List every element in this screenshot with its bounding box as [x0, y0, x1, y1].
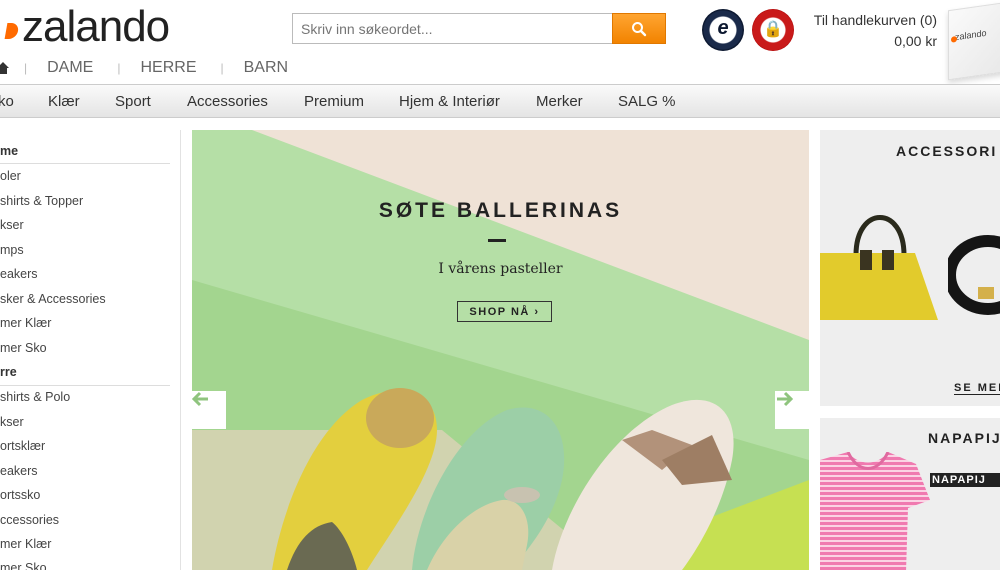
sidebar-item[interactable]: oler	[0, 169, 21, 183]
nav-klaer[interactable]: Klær	[48, 93, 80, 110]
sidebar-item[interactable]: ortsklær	[0, 439, 45, 453]
search-input[interactable]	[293, 14, 612, 43]
accessories-panel[interactable]: ACCESSORI SE MER	[820, 130, 1000, 406]
category-sidebar: me oler shirts & Topper kser mps eakers …	[0, 130, 181, 570]
sidebar-head-dame[interactable]: me	[0, 144, 18, 158]
hero-background-art	[192, 130, 809, 570]
hero-subtitle: I vårens pasteller	[438, 261, 563, 277]
search-button[interactable]	[612, 13, 666, 44]
pink-tshirt-image	[820, 452, 930, 570]
sidebar-item[interactable]: eakers	[0, 267, 38, 281]
cart-summary[interactable]: Til handlekurven (0) 0,00 kr	[814, 10, 937, 52]
nav-sport[interactable]: Sport	[115, 93, 151, 110]
sidebar-head-herre[interactable]: rre	[0, 365, 17, 379]
nav-hjem-interior[interactable]: Hjem & Interiør	[399, 93, 500, 110]
search-bar	[292, 13, 666, 44]
hero-title: SØTE BALLERINAS	[378, 199, 623, 222]
sidebar-divider	[0, 385, 170, 386]
sidebar-item[interactable]: shirts & Polo	[0, 390, 70, 404]
nav-separator: |	[220, 61, 224, 75]
shop-now-button[interactable]: SHOP NÅ ›	[457, 301, 552, 322]
sidebar-item[interactable]: kser	[0, 218, 24, 232]
logo-mark-icon	[4, 23, 20, 39]
carousel-prev-button[interactable]	[192, 391, 226, 429]
nav-separator: |	[24, 61, 28, 75]
trygg-ehandel-badge[interactable]: 🔒	[752, 9, 794, 51]
sidebar-item[interactable]: shirts & Topper	[0, 194, 83, 208]
black-bracelet-image	[948, 235, 1000, 315]
arrow-left-icon	[192, 391, 208, 407]
main-category-nav: ko Klær Sport Accessories Premium Hjem &…	[0, 84, 1000, 118]
nav-accessories[interactable]: Accessories	[187, 93, 268, 110]
zalando-logo[interactable]: zalando	[4, 2, 170, 52]
sidebar-item[interactable]: mer Sko	[0, 341, 47, 355]
sidebar-item[interactable]: mps	[0, 243, 24, 257]
nav-sko[interactable]: ko	[0, 93, 14, 110]
lock-icon: 🔒	[763, 21, 783, 38]
logo-text: zalando	[22, 2, 170, 51]
carousel-next-button[interactable]	[775, 391, 809, 429]
sidebar-divider	[0, 163, 170, 164]
yellow-handbag-image	[820, 215, 938, 320]
nav-merker[interactable]: Merker	[536, 93, 583, 110]
nav-salg[interactable]: SALG %	[618, 93, 676, 110]
home-icon[interactable]	[0, 61, 10, 75]
napapijri-logo: NAPAPIJ	[930, 473, 1000, 487]
accessories-title: ACCESSORI	[896, 143, 998, 159]
gender-nav: | DAME | HERRE | BARN	[0, 57, 312, 79]
sidebar-item[interactable]: eakers	[0, 464, 38, 478]
zalando-page: zalando e 🔒 Til handlekurven (0) 0,00 kr…	[0, 0, 1000, 570]
sidebar-item[interactable]: ccessories	[0, 513, 59, 527]
sidebar-item[interactable]: kser	[0, 415, 24, 429]
hero-banner[interactable]: SØTE BALLERINAS I vårens pasteller SHOP …	[192, 130, 809, 570]
sidebar-item[interactable]: sker & Accessories	[0, 292, 106, 306]
search-icon	[632, 21, 647, 36]
napapijri-title: NAPAPIJ	[928, 430, 1000, 446]
sidebar-item[interactable]: mer Klær	[0, 537, 51, 551]
cart-label: Til handlekurven (0)	[813, 12, 937, 28]
nav-herre[interactable]: HERRE	[140, 59, 196, 77]
cart-box-label: zalando	[955, 27, 987, 43]
hero-title-divider	[488, 239, 506, 242]
cart-amount: 0,00 kr	[894, 33, 937, 49]
nav-separator: |	[117, 61, 121, 75]
nav-barn[interactable]: BARN	[244, 59, 288, 77]
napapijri-panel[interactable]: NAPAPIJ NAPAPIJ	[820, 418, 1000, 570]
cart-box-icon[interactable]: zalando	[948, 1, 1000, 81]
arrow-right-icon	[777, 391, 793, 407]
sidebar-item[interactable]: mer Klær	[0, 316, 51, 330]
nav-premium[interactable]: Premium	[304, 93, 364, 110]
sidebar-item[interactable]: mer Sko	[0, 561, 47, 570]
sidebar-item[interactable]: ortssko	[0, 488, 40, 502]
trusted-shops-icon: e	[717, 17, 729, 39]
nav-dame[interactable]: DAME	[47, 59, 93, 77]
trusted-shops-badge[interactable]: e	[702, 9, 744, 51]
see-more-link[interactable]: SE MER	[954, 382, 1000, 395]
